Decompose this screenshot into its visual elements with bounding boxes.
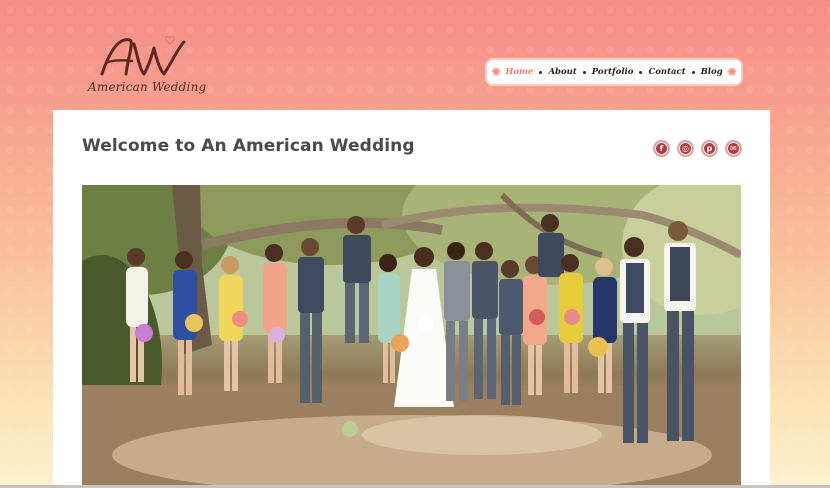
wedding-party-illustration bbox=[82, 185, 741, 488]
nav-item-portfolio[interactable]: Portfolio bbox=[586, 67, 640, 77]
page-title: Welcome to An American Wedding bbox=[82, 136, 415, 156]
hero-photo bbox=[82, 185, 741, 488]
content-card: Welcome to An American Wedding f ◎ p ✉ bbox=[53, 110, 770, 488]
nav-item-about[interactable]: About bbox=[542, 67, 582, 77]
logo-text: American Wedding bbox=[88, 80, 207, 94]
nav-ornament-left-icon: ✺ bbox=[490, 65, 502, 79]
main-nav: ✺ Home About Portfolio Contact Blog ✺ bbox=[487, 60, 741, 84]
email-icon[interactable]: ✉ bbox=[725, 140, 742, 157]
pinterest-icon[interactable]: p bbox=[701, 140, 718, 157]
nav-ornament-right-icon: ✺ bbox=[726, 65, 738, 79]
nav-item-home[interactable]: Home bbox=[499, 67, 539, 77]
monogram-logo-icon bbox=[100, 35, 186, 76]
nav-item-blog[interactable]: Blog bbox=[695, 67, 729, 77]
social-links: f ◎ p ✉ bbox=[653, 140, 742, 157]
dribbble-icon[interactable]: ◎ bbox=[677, 140, 694, 157]
site-logo[interactable]: American Wedding bbox=[88, 34, 207, 100]
facebook-icon[interactable]: f bbox=[653, 140, 670, 157]
nav-item-contact[interactable]: Contact bbox=[642, 67, 691, 77]
